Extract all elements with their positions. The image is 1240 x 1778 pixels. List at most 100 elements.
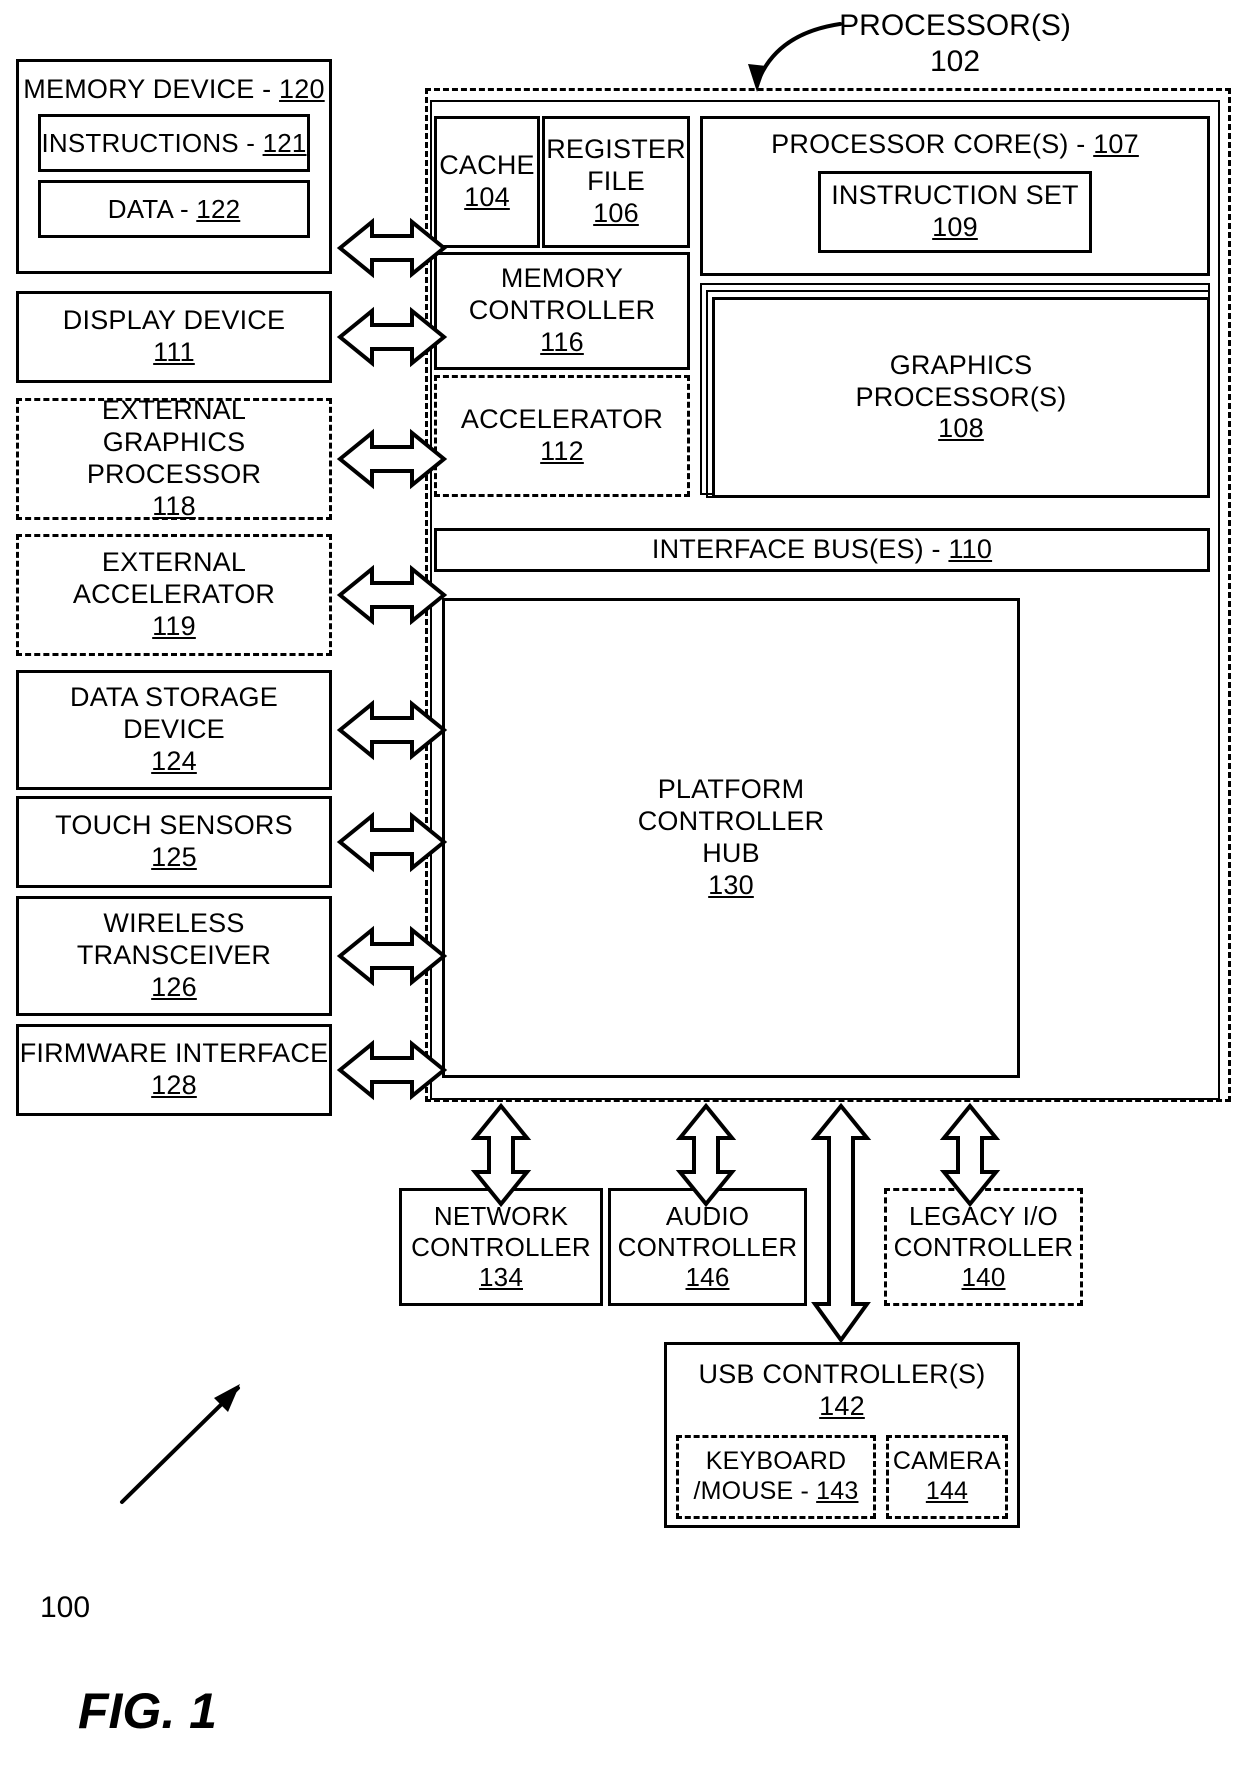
register-file-box: REGISTER FILE 106 xyxy=(542,116,690,248)
platform-controller-hub-label-1: PLATFORM xyxy=(657,774,805,805)
memory-controller-ref: 116 xyxy=(540,326,584,357)
external-accelerator-box: EXTERNAL ACCELERATOR 119 xyxy=(16,534,332,656)
data-storage-device-label-2: DEVICE xyxy=(123,714,225,745)
data-label-text: DATA - xyxy=(107,193,197,224)
system-ref-text: 100 xyxy=(40,1591,91,1624)
keyboard-mouse-label-2: /MOUSE - 143 xyxy=(694,1477,859,1507)
wireless-transceiver-label-2: TRANSCEIVER xyxy=(76,940,272,971)
instructions-label-text: INSTRUCTIONS - xyxy=(41,127,263,158)
register-file-label-1: REGISTER xyxy=(546,134,686,165)
firmware-interface-label: FIRMWARE INTERFACE xyxy=(19,1038,329,1069)
firmware-interface-box: FIRMWARE INTERFACE 128 xyxy=(16,1024,332,1116)
network-controller-ref: 134 xyxy=(479,1262,523,1293)
external-accelerator-label-2: ACCELERATOR xyxy=(72,579,276,610)
processor-callout-label: PROCESSOR(S) 102 xyxy=(810,8,1100,80)
patent-figure-page: PROCESSOR(S) 102 MEMORY DEVICE - 120 INS… xyxy=(0,0,1240,1778)
legacy-io-controller-label-2: CONTROLLER xyxy=(893,1231,1074,1262)
external-graphics-processor-label-2: GRAPHICS PROCESSOR xyxy=(86,427,262,489)
graphics-processors-label-1: GRAPHICS xyxy=(889,349,1033,380)
usb-controller-ref: 142 xyxy=(819,1390,865,1421)
network-controller-box: NETWORK CONTROLLER 134 xyxy=(399,1188,603,1306)
legacy-io-controller-label-1: LEGACY I/O xyxy=(909,1200,1058,1231)
data-storage-device-label-1: DATA STORAGE xyxy=(70,682,278,713)
processor-callout-text: PROCESSOR(S) xyxy=(839,9,1071,42)
usb-controller-box: USB CONTROLLER(S) 142 KEYBOARD /MOUSE - … xyxy=(664,1342,1020,1528)
figure-caption-text: FIG. 1 xyxy=(78,1683,217,1739)
instruction-set-box: INSTRUCTION SET 109 xyxy=(818,170,1092,253)
cache-box: CACHE 104 xyxy=(434,116,540,248)
processor-cores-box: PROCESSOR CORE(S) - 107 INSTRUCTION SET … xyxy=(700,116,1210,276)
system-ref-leader xyxy=(120,1386,240,1504)
cache-ref: 104 xyxy=(464,182,510,212)
figure-caption: FIG. 1 xyxy=(78,1682,217,1740)
graphics-processors-box: GRAPHICS PROCESSOR(S) 108 xyxy=(712,297,1210,498)
platform-controller-hub-label-3: HUB xyxy=(702,838,760,868)
audio-controller-ref: 146 xyxy=(685,1262,730,1293)
instruction-set-ref: 109 xyxy=(932,211,978,242)
accelerator-ref: 112 xyxy=(540,436,584,466)
data-ref: 122 xyxy=(196,193,241,224)
external-graphics-processor-ref: 118 xyxy=(152,490,196,521)
keyboard-mouse-ref: 143 xyxy=(816,1476,859,1505)
processor-cores-label: PROCESSOR CORE(S) - 107 xyxy=(771,129,1139,161)
interface-bus-label-text: INTERFACE BUS(ES) - xyxy=(651,534,949,565)
touch-sensors-ref: 125 xyxy=(151,842,197,872)
memory-device-box: MEMORY DEVICE - 120 INSTRUCTIONS - 121 D… xyxy=(16,59,332,274)
memory-device-label: MEMORY DEVICE - 120 xyxy=(23,74,324,106)
data-box: DATA - 122 xyxy=(38,179,310,238)
platform-controller-hub-ref: 130 xyxy=(708,869,754,900)
memory-controller-label-2: CONTROLLER xyxy=(468,295,656,326)
network-controller-label-1: NETWORK xyxy=(433,1200,569,1231)
wireless-transceiver-label-1: WIRELESS xyxy=(103,908,245,939)
usb-controller-label: USB CONTROLLER(S) xyxy=(698,1359,986,1389)
interface-bus-label: INTERFACE BUS(ES) - 110 xyxy=(652,534,992,566)
keyboard-mouse-label-2-text: /MOUSE - xyxy=(693,1476,817,1505)
legacy-io-controller-ref: 140 xyxy=(961,1262,1006,1293)
register-file-ref: 106 xyxy=(593,197,639,228)
memory-controller-box: MEMORY CONTROLLER 116 xyxy=(434,252,690,370)
graphics-processors-ref: 108 xyxy=(938,413,984,444)
external-accelerator-ref: 119 xyxy=(152,610,196,641)
audio-controller-box: AUDIO CONTROLLER 146 xyxy=(608,1188,807,1306)
keyboard-mouse-label-1: KEYBOARD xyxy=(705,1447,847,1476)
memory-device-label-text: MEMORY DEVICE - xyxy=(23,74,280,104)
external-graphics-processor-box: EXTERNAL GRAPHICS PROCESSOR 118 xyxy=(16,395,332,521)
display-device-box: DISPLAY DEVICE 111 xyxy=(16,291,332,383)
legacy-io-controller-box: LEGACY I/O CONTROLLER 140 xyxy=(884,1188,1083,1306)
instructions-box: INSTRUCTIONS - 121 xyxy=(38,113,310,172)
memory-device-ref: 120 xyxy=(279,74,325,104)
instructions-ref: 121 xyxy=(262,127,307,158)
touch-sensors-label: TOUCH SENSORS xyxy=(55,810,293,841)
wireless-transceiver-ref: 126 xyxy=(151,971,197,1002)
touch-sensors-box: TOUCH SENSORS 125 xyxy=(16,796,332,888)
firmware-interface-ref: 128 xyxy=(151,1070,197,1100)
data-storage-device-ref: 124 xyxy=(151,745,197,776)
audio-controller-label-2: CONTROLLER xyxy=(617,1231,798,1262)
accelerator-box: ACCELERATOR 112 xyxy=(434,375,690,497)
camera-label: CAMERA xyxy=(892,1447,1002,1476)
external-graphics-processor-label-1: EXTERNAL xyxy=(101,395,247,426)
graphics-processors-label-2: PROCESSOR(S) xyxy=(855,381,1067,412)
data-storage-device-box: DATA STORAGE DEVICE 124 xyxy=(16,670,332,790)
system-ref-label: 100 xyxy=(40,1590,150,1626)
platform-controller-hub-box: PLATFORM CONTROLLER HUB 130 xyxy=(442,598,1020,1078)
processor-cores-label-text: PROCESSOR CORE(S) - xyxy=(771,129,1094,159)
display-device-label: DISPLAY DEVICE xyxy=(62,305,286,336)
processor-cores-ref: 107 xyxy=(1093,129,1139,159)
instruction-set-label: INSTRUCTION SET xyxy=(831,180,1079,210)
display-device-ref: 111 xyxy=(153,337,195,367)
network-controller-label-2: CONTROLLER xyxy=(411,1231,591,1262)
interface-bus-box: INTERFACE BUS(ES) - 110 xyxy=(434,528,1210,572)
memory-controller-label-1: MEMORY xyxy=(500,263,624,294)
accelerator-label: ACCELERATOR xyxy=(460,404,664,435)
wireless-transceiver-box: WIRELESS TRANSCEIVER 126 xyxy=(16,896,332,1016)
platform-controller-hub-label-2: CONTROLLER xyxy=(637,806,825,837)
interface-bus-ref: 110 xyxy=(948,534,993,565)
arrow-usb-controller xyxy=(810,1102,872,1344)
audio-controller-label-1: AUDIO xyxy=(665,1200,750,1231)
external-accelerator-label-1: EXTERNAL xyxy=(101,547,247,578)
processor-callout-ref: 102 xyxy=(929,45,981,78)
keyboard-mouse-box: KEYBOARD /MOUSE - 143 xyxy=(676,1434,876,1519)
instructions-label: INSTRUCTIONS - 121 xyxy=(41,128,306,159)
register-file-label-2: FILE xyxy=(587,166,645,197)
